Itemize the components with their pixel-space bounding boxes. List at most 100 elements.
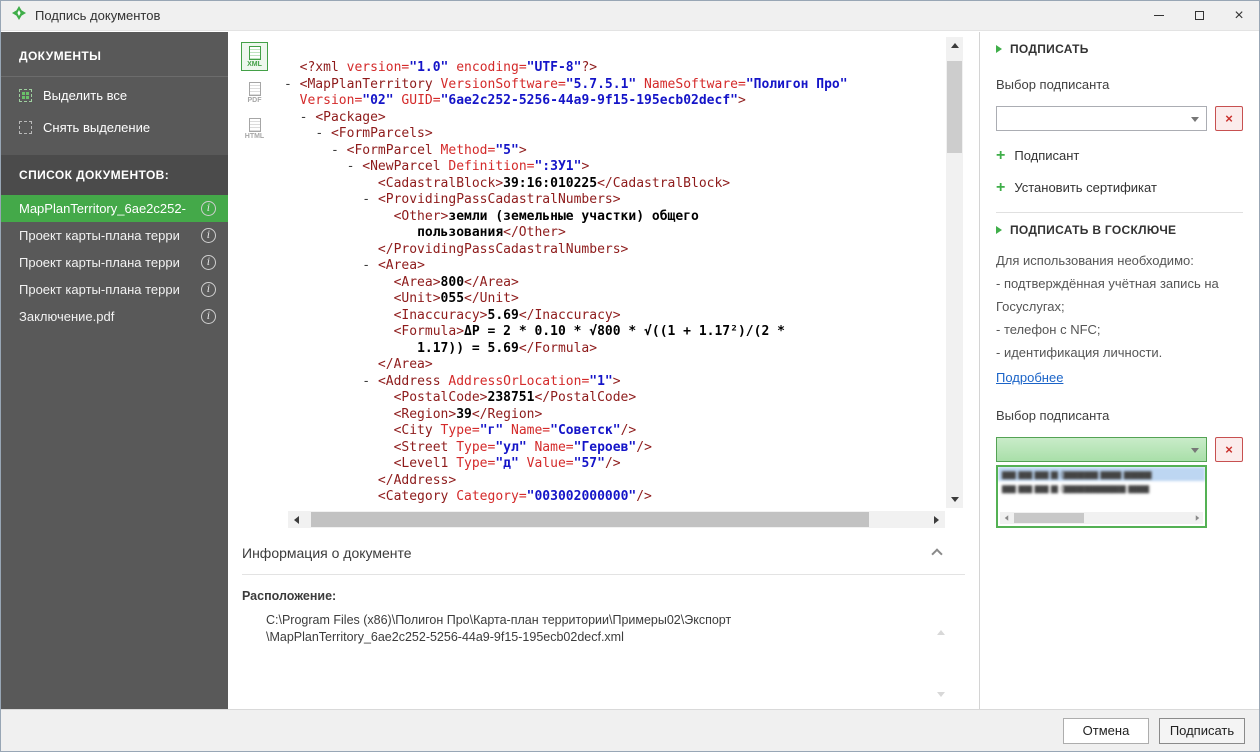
document-info-header: Информация о документе [242,532,965,561]
xml-line: 1.17)) = 5.69</Formula> [417,340,598,356]
install-certificate-link[interactable]: + Установить сертификат [996,179,1243,196]
goskey-info-line: Для использования необходимо: [996,253,1194,268]
faint-scroll-up-icon [937,630,945,635]
deselect-label: Снять выделение [43,120,151,135]
document-list-header: СПИСОК ДОКУМЕНТОВ: [1,155,228,195]
signer-combo-row: × [996,106,1243,131]
xml-line: - <FormParcels> [315,126,433,141]
vertical-scrollbar-thumb[interactable] [947,61,962,153]
arrow-up-icon [950,43,959,48]
scroll-right-arrow[interactable] [928,511,945,528]
close-button[interactable]: × [1219,1,1259,30]
location-label: Расположение: [242,589,337,603]
list-item[interactable]: Заключение.pdf i [1,303,228,330]
app-icon [11,5,27,26]
xml-line: <Category Category="003002000000"/> [377,489,652,504]
list-item[interactable]: Проект карты-плана терри i [1,249,228,276]
xml-line: <City Type="г" Name="Советск"/> [393,423,637,438]
chevron-right-icon [996,226,1002,234]
html-file-icon [248,118,261,132]
sign-section-header[interactable]: ПОДПИСАТЬ [996,42,1243,56]
info-icon[interactable]: i [201,282,216,297]
sidebar: ДОКУМЕНТЫ Выделить все Снять выделение С… [1,32,228,709]
divider [996,212,1243,213]
xml-line: <?xml version="1.0" encoding="UTF-8"?> [299,60,598,75]
minimize-button[interactable] [1139,1,1179,30]
list-item[interactable]: Проект карты-плана терри i [1,222,228,249]
signer-dropdown-list-items: ▆▆ ▆▆ ▆▆ ▆ (▆▆▆▆▆ ▆▆▆ ▆▆▆▆ ▆▆ ▆▆ ▆▆ ▆ (▆▆… [998,467,1205,495]
signer-dropdown-list[interactable]: ▆▆ ▆▆ ▆▆ ▆ (▆▆▆▆▆ ▆▆▆ ▆▆▆▆ ▆▆ ▆▆ ▆▆ ▆ (▆▆… [996,465,1207,528]
info-icon[interactable]: i [201,201,216,216]
goskey-signer-combobox[interactable] [996,437,1207,462]
more-link[interactable]: Подробнее [996,370,1063,385]
chevron-right-icon [996,45,1002,53]
goskey-info-line: - подтверждённая учётная запись на [996,276,1219,291]
horizontal-scrollbar[interactable] [288,511,945,528]
xml-line: Version="02" GUID="6ae2c252-5256-44a9-9f… [299,93,746,108]
scroll-up-arrow[interactable] [946,37,963,54]
tab-pdf-label: PDF [247,97,262,104]
dropdown-item[interactable]: ▆▆ ▆▆ ▆▆ ▆ (▆▆▆▆▆▆▆▆▆ ▆▆▆ [998,481,1205,495]
document-path-line1: C:\Program Files (x86)\Полигон Про\Карта… [266,613,732,627]
goskey-section-header[interactable]: ПОДПИСАТЬ В ГОСКЛЮЧЕ [996,223,1243,237]
select-all-button[interactable]: Выделить все [1,82,228,109]
select-all-label: Выделить все [43,88,128,103]
pdf-file-icon [248,82,261,96]
goskey-signer-combo-row: × [996,437,1243,462]
document-info-section: Информация о документе Расположение: C:\… [242,532,965,709]
sign-button[interactable]: Подписать [1159,717,1245,744]
info-icon[interactable]: i [201,255,216,270]
document-label: Проект карты-плана терри [19,255,180,270]
collapse-chevron-icon[interactable] [931,548,943,560]
xml-line: <Other>земли (земельные участки) общего [393,208,699,224]
horizontal-scrollbar-thumb[interactable] [311,512,869,527]
xml-line: - <Area> [362,258,425,273]
tab-xml-label: XML [247,61,262,68]
divider [1,76,228,77]
goskey-info-line: Госуслугах; [996,299,1065,314]
document-label: Проект карты-плана терри [19,282,180,297]
xml-line: </ProvidingPassCadastralNumbers> [377,241,629,257]
xml-line: <Inaccuracy>5.69</Inaccuracy> [393,307,621,323]
add-signer-link[interactable]: + Подписант [996,148,1243,164]
xml-line: - <FormParcel Method="5"> [330,142,527,158]
tab-xml[interactable]: XML [241,42,268,71]
xml-line: - <ProvidingPassCadastralNumbers> [362,192,621,207]
document-list: MapPlanTerritory_6ae2c252- i Проект карты-… [1,195,228,330]
clear-goskey-signer-button[interactable]: × [1215,437,1243,462]
document-label: MapPlanTerritory_6ae2c252- [19,201,186,216]
dropdown-scroll-right-arrow[interactable] [1191,512,1203,524]
clear-signer-button[interactable]: × [1215,106,1243,131]
xml-line: <CadastralBlock>39:16:010225</CadastralB… [377,175,731,191]
dropdown-item[interactable]: ▆▆ ▆▆ ▆▆ ▆ (▆▆▆▆▆ ▆▆▆ ▆▆▆▆ [998,467,1205,481]
signer-label: Выбор подписанта [996,77,1110,92]
add-signer-label: Подписант [1014,148,1080,163]
tab-pdf[interactable]: PDF [241,78,268,107]
arrow-down-icon [950,497,959,502]
plus-icon: + [996,179,1006,196]
chevron-down-icon [1191,448,1199,453]
info-icon[interactable]: i [201,228,216,243]
deselect-button[interactable]: Снять выделение [1,114,228,141]
xml-line: - <NewParcel Definition=":ЗУ1"> [346,159,590,174]
dropdown-scroll-left-arrow[interactable] [1000,512,1012,524]
install-certificate-label: Установить сертификат [1014,180,1157,195]
cancel-button[interactable]: Отмена [1063,717,1149,744]
scroll-down-arrow[interactable] [946,491,963,508]
info-icon[interactable]: i [201,309,216,324]
list-item[interactable]: Проект карты-плана терри i [1,276,228,303]
vertical-scrollbar[interactable] [946,37,963,508]
list-item[interactable]: MapPlanTerritory_6ae2c252- i [1,195,228,222]
dropdown-horizontal-scrollbar[interactable] [1000,512,1203,524]
scroll-left-arrow[interactable] [288,511,305,528]
xml-line: <Region>39</Region> [393,406,543,422]
document-info-title: Информация о документе [242,545,412,561]
dropdown-scrollbar-thumb[interactable] [1014,513,1084,523]
document-path-line2: \MapPlanTerritory_6ae2c252-5256-44a9-9f1… [266,630,624,644]
tab-html[interactable]: HTML [241,114,268,143]
xml-line: </Address> [377,472,457,488]
goskey-section-title: ПОДПИСАТЬ В ГОСКЛЮЧЕ [1010,223,1177,237]
signer-combobox[interactable] [996,106,1207,131]
document-label: Заключение.pdf [19,309,115,324]
maximize-button[interactable] [1179,1,1219,30]
